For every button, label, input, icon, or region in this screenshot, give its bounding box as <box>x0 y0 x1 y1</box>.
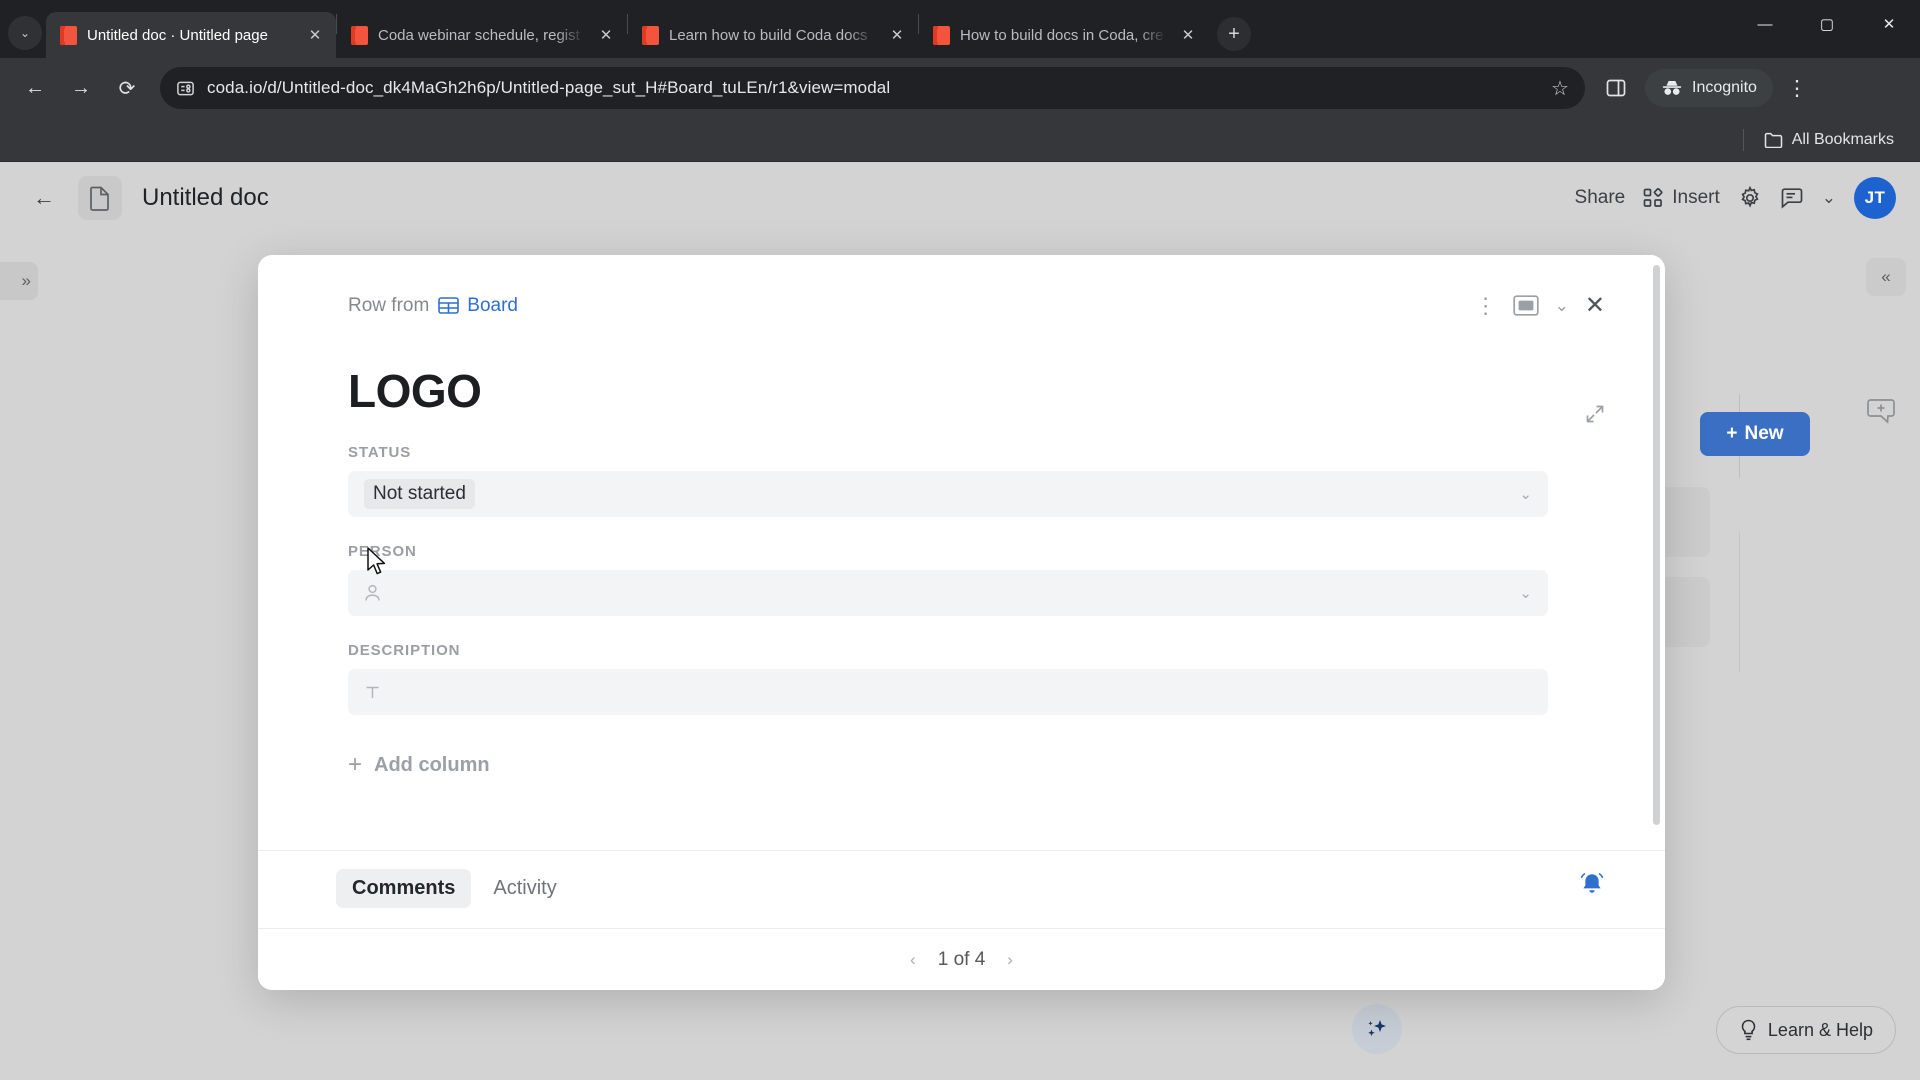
chrome-menu-icon[interactable]: ⋮ <box>1777 68 1817 108</box>
mouse-cursor <box>367 547 386 575</box>
folder-icon <box>1764 132 1783 148</box>
toolbar-right: Incognito ⋮ <box>1597 68 1817 108</box>
maximize-button[interactable]: ▢ <box>1796 0 1858 48</box>
bookmarks-bar: All Bookmarks <box>0 118 1920 162</box>
minimize-button[interactable]: — <box>1734 0 1796 48</box>
row-detail-modal: Row from Board ⋮ ⌄ ✕ LOGO STATUS Not sta… <box>258 255 1665 990</box>
breadcrumb: Row from Board <box>348 295 518 317</box>
new-tab-button[interactable]: + <box>1217 17 1251 51</box>
coda-app: ← Untitled doc Share Insert ⌄ JT » « + N… <box>0 162 1920 1080</box>
status-select[interactable]: Not started ⌄ <box>348 471 1548 517</box>
tab-title: How to build docs in Coda, cre <box>960 26 1164 44</box>
tab-activity[interactable]: Activity <box>477 869 572 908</box>
tab-comments[interactable]: Comments <box>336 869 472 908</box>
add-column-plus-icon: + <box>348 751 363 778</box>
tab-strip: ⌄ Untitled doc · Untitled page ✕ Coda we… <box>0 0 1920 58</box>
incognito-label: Incognito <box>1692 79 1757 96</box>
browser-tab[interactable]: Learn how to build Coda docs ✕ <box>628 12 918 58</box>
add-column-button[interactable]: + Add column <box>348 751 1605 809</box>
person-select[interactable]: ⌄ <box>348 570 1548 616</box>
status-chip: Not started <box>364 479 475 509</box>
close-modal-icon[interactable]: ✕ <box>1585 291 1605 320</box>
tab-close-icon[interactable]: ✕ <box>886 24 908 46</box>
modal-header: Row from Board ⋮ ⌄ ✕ <box>348 291 1605 320</box>
next-row-button[interactable]: › <box>1007 950 1013 970</box>
table-grid-icon <box>438 297 460 314</box>
modal-footer: ‹ 1 of 4 › <box>258 928 1665 990</box>
chevron-down-icon[interactable]: ⌄ <box>1519 584 1532 602</box>
text-icon <box>364 684 381 701</box>
tab-search-icon[interactable]: ⌄ <box>8 16 42 50</box>
bookmark-star-icon[interactable]: ☆ <box>1543 71 1577 105</box>
all-bookmarks-button[interactable]: All Bookmarks <box>1756 126 1902 154</box>
pagination-text: 1 of 4 <box>937 948 986 970</box>
coda-favicon-icon <box>351 25 368 45</box>
field-status: STATUS Not started ⌄ <box>348 444 1605 517</box>
tab-close-icon[interactable]: ✕ <box>595 24 617 46</box>
coda-favicon-icon <box>642 25 659 45</box>
all-bookmarks-label: All Bookmarks <box>1791 130 1894 148</box>
person-icon <box>364 584 381 602</box>
view-mode-icon[interactable] <box>1512 295 1539 316</box>
modal-scroll-area: Row from Board ⋮ ⌄ ✕ LOGO STATUS Not sta… <box>258 255 1665 840</box>
expand-row-icon[interactable] <box>1585 404 1605 429</box>
chevron-down-icon[interactable]: ⌄ <box>1519 485 1532 503</box>
bookmark-divider <box>1742 128 1744 151</box>
more-options-icon[interactable]: ⋮ <box>1475 293 1497 319</box>
row-title[interactable]: LOGO <box>348 364 1605 423</box>
field-description: DESCRIPTION <box>348 642 1605 715</box>
browser-toolbar: ← → ⟳ coda.io/d/Untitled-doc_dk4MaGh2h6p… <box>0 58 1920 118</box>
window-controls: — ▢ ✕ <box>1734 0 1920 48</box>
incognito-badge[interactable]: Incognito <box>1645 69 1773 107</box>
tab-title: Coda webinar schedule, regist <box>378 26 580 44</box>
incognito-icon <box>1661 80 1683 96</box>
notification-bell-icon[interactable] <box>1579 872 1605 905</box>
address-bar[interactable]: coda.io/d/Untitled-doc_dk4MaGh2h6p/Untit… <box>160 67 1585 109</box>
modal-tabs: Comments Activity <box>258 851 1665 928</box>
side-panel-icon[interactable] <box>1597 69 1635 107</box>
reload-button[interactable]: ⟳ <box>106 67 148 109</box>
browser-tab[interactable]: How to build docs in Coda, cre ✕ <box>919 12 1209 58</box>
field-label: DESCRIPTION <box>348 642 461 659</box>
row-title-text: LOGO <box>348 365 482 417</box>
field-label: PERSON <box>348 543 417 560</box>
forward-button[interactable]: → <box>60 67 102 109</box>
add-column-label: Add column <box>374 753 490 776</box>
table-name: Board <box>467 294 518 316</box>
tab-close-icon[interactable]: ✕ <box>1177 24 1199 46</box>
coda-favicon-icon <box>933 25 950 45</box>
browser-tab[interactable]: Untitled doc · Untitled page ✕ <box>46 12 336 58</box>
tab-title: Untitled doc · Untitled page <box>87 26 268 44</box>
row-from-label: Row from <box>348 294 430 316</box>
modal-scrollbar[interactable] <box>1653 265 1660 825</box>
back-button[interactable]: ← <box>14 67 56 109</box>
site-settings-icon[interactable] <box>176 79 195 98</box>
browser-window: ⌄ Untitled doc · Untitled page ✕ Coda we… <box>0 0 1920 1080</box>
prev-row-button[interactable]: ‹ <box>910 950 916 970</box>
browser-tab[interactable]: Coda webinar schedule, regist ✕ <box>337 12 627 58</box>
view-chevron-down-icon[interactable]: ⌄ <box>1555 296 1569 316</box>
close-window-button[interactable]: ✕ <box>1858 0 1920 48</box>
table-link[interactable]: Board <box>438 295 518 317</box>
modal-actions: ⋮ ⌄ ✕ <box>1475 291 1605 320</box>
field-label: STATUS <box>348 444 412 461</box>
url-text: coda.io/d/Untitled-doc_dk4MaGh2h6p/Untit… <box>207 78 891 97</box>
coda-favicon-icon <box>60 25 77 45</box>
tab-close-icon[interactable]: ✕ <box>304 24 326 46</box>
description-input[interactable] <box>348 669 1548 715</box>
tab-title: Learn how to build Coda docs <box>669 26 868 44</box>
field-person: PERSON ⌄ <box>348 543 1605 616</box>
